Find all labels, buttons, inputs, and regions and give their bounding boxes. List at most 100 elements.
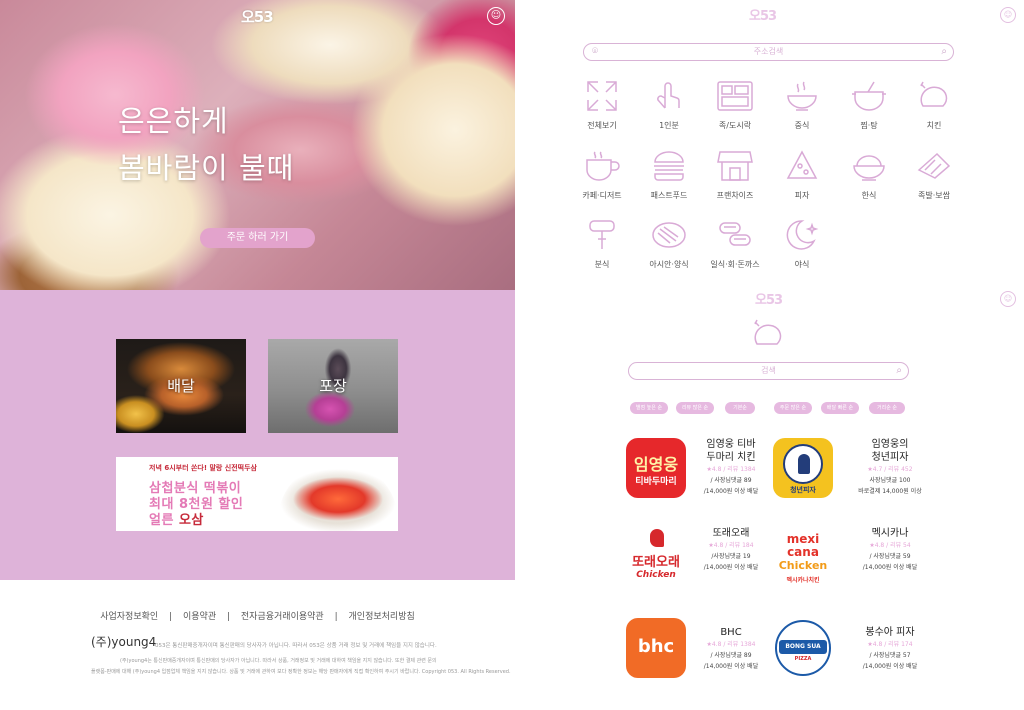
store-card[interactable]: BONG SUA PIZZA 봉수아 피자 ★4.8 / 리뷰 174 / 사장… xyxy=(773,618,1003,688)
pizza-icon xyxy=(786,150,818,179)
address-search-input[interactable]: ⌾ 주소검색 ⌕ xyxy=(583,43,954,61)
tteokbokki-image xyxy=(278,461,398,531)
footer-link-privacy[interactable]: 개인정보처리방침 xyxy=(349,612,415,622)
pickup-tile[interactable]: 포장 xyxy=(268,339,398,433)
lunchbox-icon xyxy=(717,81,753,111)
promo-banner[interactable]: 저녁 6시부터 쏜다! 말랑 신전떡두삼 삼첩분식 떡볶이 최대 8천원 할인 … xyxy=(116,457,398,531)
category-all[interactable]: 전체보기 xyxy=(567,78,637,131)
rice-icon xyxy=(853,155,885,181)
store-logo: mexi cana Chicken 멕시카나치킨 xyxy=(773,527,833,587)
category-label: 전체보기 xyxy=(587,121,617,130)
category-pizza[interactable]: 피자 xyxy=(767,148,837,201)
store-info: 멕시카나 ★4.8 / 리뷰 54 / 사장님댓글 59 /14,000원 이상… xyxy=(835,527,945,573)
sushi-icon xyxy=(719,222,751,246)
expand-icon xyxy=(587,81,617,111)
category-japanese[interactable]: 일식·회·돈까스 xyxy=(700,217,770,270)
site-logo[interactable]: 오53 xyxy=(241,6,274,27)
bowl-icon xyxy=(787,81,817,111)
footer-disclaimer-3: 플랫폼-판매에 대해 (주)young4 입점업체 책임을 지지 않습니다. 상… xyxy=(91,669,511,675)
chicken-icon xyxy=(920,81,948,107)
store-card[interactable]: mexi cana Chicken 멕시카나치킨 멕시카나 ★4.8 / 리뷰 … xyxy=(773,527,1003,597)
footer-company: (주)young4 xyxy=(91,635,157,649)
category-label: 1인분 xyxy=(659,121,679,130)
store-comments: / 사장님댓글 89 xyxy=(710,652,752,659)
filter-distance[interactable]: 거리순 순 xyxy=(869,402,905,414)
user-icon-2[interactable]: ☺ xyxy=(1000,291,1016,307)
store-rating: ★4.8 / 리뷰 184 xyxy=(708,542,754,549)
promo-banner-line3-accent: 오삼 xyxy=(178,513,204,528)
category-jokbal[interactable]: 족발·보쌈 xyxy=(899,148,969,201)
store-icon xyxy=(717,151,753,181)
footer-link-e-finance-terms[interactable]: 전자금융거래이용약관 xyxy=(241,612,324,622)
filter-delivery-speed[interactable]: 배달 빠른 순 xyxy=(821,402,859,414)
search-icon[interactable]: ⌕ xyxy=(896,364,902,378)
user-icon[interactable]: ☺ xyxy=(1000,7,1016,23)
category-label: 중식 xyxy=(794,121,810,130)
store-info: BHC ★4.8 / 리뷰 1384 / 사장님댓글 89 /14,000원 이… xyxy=(686,626,776,672)
footer-divider: | xyxy=(334,612,338,622)
address-search-placeholder: 주소검색 xyxy=(753,47,784,56)
order-button[interactable]: 주문 하러 가기 xyxy=(200,228,315,248)
site-logo-2[interactable]: 오53 xyxy=(755,289,783,308)
category-page-panel: 오53 ☺ ⌾ 주소검색 ⌕ 전체보기 1인분 족/도시락 중식 찜·탕 치킨 … xyxy=(519,0,1024,710)
moon-icon xyxy=(786,220,819,250)
store-logo: bhc xyxy=(626,618,686,678)
footer-links: 사업자정보확인 | 이용약관 | 전자금융거래이용약관 | 개인정보처리방침 xyxy=(0,609,515,622)
store-logo: 청년피자 xyxy=(773,438,833,498)
category-label: 프랜차이즈 xyxy=(716,191,754,200)
store-logo: BONG SUA PIZZA xyxy=(773,618,833,678)
footer-link-terms[interactable]: 이용약관 xyxy=(183,612,216,622)
store-name: 임영웅 티바 두마리 치킨 xyxy=(706,439,756,463)
footer-disclaimer-1: 053은 통신판매중개자이며 통신판매의 당사자가 아닙니다. 따라서 053은… xyxy=(155,643,437,649)
burger-icon xyxy=(654,151,684,181)
category-snack[interactable]: 분식 xyxy=(567,217,637,270)
store-search-input[interactable]: 검색 ⌕ xyxy=(628,362,909,380)
store-logo-text: 청년피자 xyxy=(790,486,816,494)
hand-icon xyxy=(657,82,680,109)
skewer-icon xyxy=(589,220,615,249)
user-icon[interactable]: ☺ xyxy=(487,7,505,25)
store-rating: ★4.8 / 리뷰 54 xyxy=(869,542,911,549)
category-stew[interactable]: 찜·탕 xyxy=(834,78,904,131)
category-label: 분식 xyxy=(594,260,610,269)
category-chicken[interactable]: 치킨 xyxy=(899,78,969,131)
store-rating: ★4.8 / 리뷰 1384 xyxy=(706,466,756,473)
filter-orders[interactable]: 주문 많은 순 xyxy=(774,402,812,414)
footer-link-business-info[interactable]: 사업자정보확인 xyxy=(100,612,158,622)
store-logo-text: 또래오래 xyxy=(632,555,680,570)
delivery-tile[interactable]: 배달 xyxy=(116,339,246,433)
store-logo-subtext: Chicken xyxy=(778,559,828,572)
category-asian-western[interactable]: 아시안·양식 xyxy=(634,217,704,270)
footer: 사업자정보확인 | 이용약관 | 전자금융거래이용약관 | 개인정보처리방침 (… xyxy=(0,580,515,710)
store-min-order: 바로결제 14,000원 이상 xyxy=(858,488,922,495)
store-info: 봉수아 피자 ★4.8 / 리뷰 174 / 사장님댓글 57 /14,000원… xyxy=(835,626,945,672)
category-chinese[interactable]: 중식 xyxy=(767,78,837,131)
category-fastfood[interactable]: 패스트푸드 xyxy=(634,148,704,201)
site-logo[interactable]: 오53 xyxy=(749,5,777,24)
store-logo-text: 임영웅 xyxy=(633,455,679,474)
footer-disclaimer-2: (주)young4는 통신판매중개자이며 통신판매의 당사자가 아닙니다. 따라… xyxy=(120,658,437,664)
category-korean[interactable]: 한식 xyxy=(834,148,904,201)
promo-banner-top: 저녁 6시부터 쏜다! 말랑 신전떡두삼 xyxy=(149,464,257,472)
coffee-icon xyxy=(586,151,620,181)
category-franchise[interactable]: 프랜차이즈 xyxy=(700,148,770,201)
category-single[interactable]: 1인분 xyxy=(634,78,704,131)
store-card[interactable]: 청년피자 임영웅의 청년피자 ★4.7 / 리뷰 452 사장님댓글 100 바… xyxy=(773,438,1003,508)
promo-banner-line3-prefix: 얼른 xyxy=(149,513,174,528)
store-logo-text: bhc xyxy=(637,636,675,657)
search-icon[interactable]: ⌕ xyxy=(941,45,947,59)
category-cafe[interactable]: 카페·디저트 xyxy=(567,148,637,201)
store-logo: 임영웅 티바두마리 xyxy=(626,438,686,498)
category-lunchbox[interactable]: 족/도시락 xyxy=(700,78,770,131)
filter-rating[interactable]: 별점 높은 순 xyxy=(630,402,668,414)
category-late-night[interactable]: 야식 xyxy=(767,217,837,270)
store-comments: 사장님댓글 100 xyxy=(869,477,911,484)
category-label: 족발·보쌈 xyxy=(918,191,950,200)
store-rating: ★4.8 / 리뷰 174 xyxy=(867,641,913,648)
filter-default[interactable]: 기본순 xyxy=(725,402,755,414)
store-min-order: /14,000원 이상 배달 xyxy=(862,564,918,571)
rooster-icon xyxy=(650,529,664,547)
filter-reviews[interactable]: 리뷰 많은 순 xyxy=(676,402,714,414)
store-rating: ★4.7 / 리뷰 452 xyxy=(867,466,913,473)
store-info: 임영웅의 청년피자 ★4.7 / 리뷰 452 사장님댓글 100 바로결제 1… xyxy=(835,438,945,497)
